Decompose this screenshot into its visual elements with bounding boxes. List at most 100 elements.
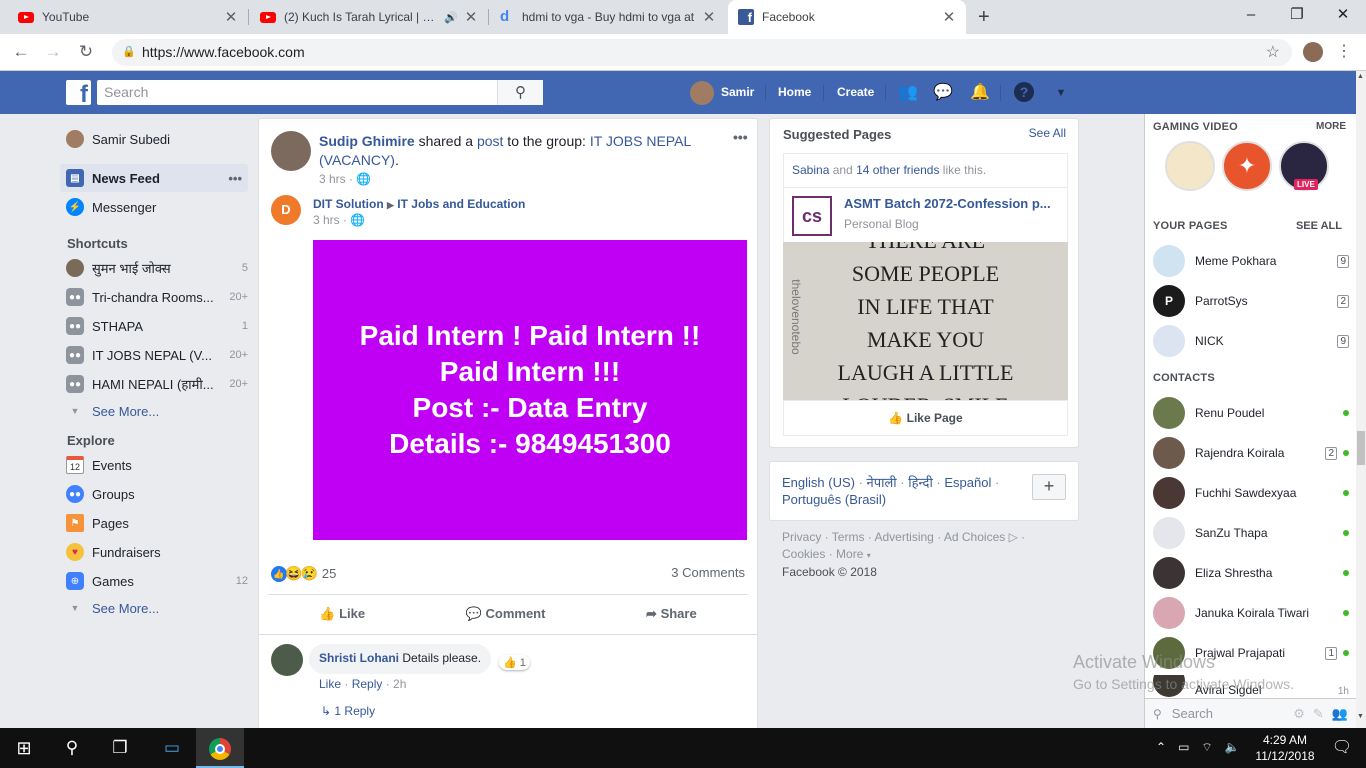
shortcut-item[interactable]: ●● STHAPA 1 [60, 312, 248, 340]
battery-icon[interactable]: ▭ [1178, 740, 1201, 754]
footer-link[interactable]: Cookies [782, 547, 825, 561]
footer-link[interactable]: Ad Choices [944, 530, 1005, 544]
shortcut-item[interactable]: ●● IT JOBS NEPAL (V... 20+ [60, 341, 248, 369]
scroll-thumb[interactable] [1357, 431, 1365, 465]
language-link[interactable]: English (US) [782, 475, 855, 490]
original-group-link[interactable]: IT Jobs and Education [397, 197, 525, 211]
see-all-link[interactable]: See All [1029, 126, 1066, 140]
contact-item[interactable]: Renu Poudel [1153, 395, 1349, 431]
original-post-time[interactable]: 3 hrs · 🌐 [313, 213, 365, 227]
url-field[interactable]: 🔒 https://www.facebook.com ☆ [112, 39, 1292, 66]
forward-arrow-icon[interactable]: → [40, 40, 66, 64]
sidebar-item-groups[interactable]: ●● Groups [60, 480, 248, 508]
contact-item[interactable]: Rajendra Koirala 2 [1153, 435, 1349, 471]
shortcut-item[interactable]: सुमन भाई जोक्स 5 [60, 254, 248, 282]
author-link[interactable]: Sudip Ghimire [319, 133, 415, 149]
comment-reply-link[interactable]: Reply [352, 677, 383, 691]
page-item[interactable]: P ParrotSys 2 [1153, 283, 1349, 319]
share-button[interactable]: ➦ Share [646, 606, 697, 622]
comment-button[interactable]: 💬 Comment [466, 606, 546, 622]
browser-tab-facebook[interactable]: f Facebook ✕ [728, 0, 966, 34]
reload-icon[interactable]: ↻ [73, 40, 99, 64]
sidebar-item-games[interactable]: ⊕ Games 12 [60, 567, 248, 595]
like-button[interactable]: 👍 Like [319, 606, 365, 622]
minimize-icon[interactable]: – [1228, 0, 1274, 30]
comment-author-link[interactable]: Shristi Lohani [319, 651, 399, 665]
new-tab-icon[interactable]: + [978, 6, 990, 29]
action-center-icon[interactable]: 🗨 [1318, 728, 1366, 768]
sidebar-item-fundraisers[interactable]: ♥ Fundraisers [60, 538, 248, 566]
shortcut-item[interactable]: ●● HAMI NEPALI (हामी... 20+ [60, 370, 248, 398]
language-link[interactable]: नेपाली [867, 475, 897, 490]
reactions-summary[interactable]: 👍 😆 😢 25 [271, 565, 336, 582]
chrome-menu-icon[interactable]: ⋮ [1336, 41, 1352, 61]
other-friends-link[interactable]: 14 other friends [856, 163, 939, 177]
account-menu-chevron-icon[interactable]: ▼ [1050, 82, 1072, 104]
gaming-stream-thumbnail[interactable] [1165, 141, 1215, 191]
search-icon[interactable]: ⚲ [48, 728, 96, 768]
see-more-explore-link[interactable]: ▼ See More... [60, 594, 248, 622]
see-all-pages-link[interactable]: SEE ALL [1296, 220, 1342, 232]
view-replies-link[interactable]: ↳ 1 Reply [321, 704, 375, 718]
user-profile-link[interactable]: Samir Subedi [60, 125, 248, 153]
post-options-icon[interactable]: ••• [733, 129, 748, 145]
create-group-icon[interactable]: 👥 [1332, 706, 1348, 722]
suggested-page-row[interactable]: cs ASMT Batch 2072-Confession p... Perso… [783, 187, 1068, 243]
chevron-up-icon[interactable]: ⌃ [1156, 740, 1178, 754]
avatar[interactable] [271, 644, 303, 676]
chrome-profile-avatar[interactable] [1303, 42, 1323, 62]
page-name-link[interactable]: ASMT Batch 2072-Confession p... [844, 196, 1059, 211]
profile-link[interactable]: Samir [721, 71, 754, 114]
chrome-app-icon[interactable] [196, 728, 244, 768]
messenger-icon[interactable]: 💬 [932, 82, 954, 104]
windows-start-icon[interactable]: ⊞ [0, 728, 48, 768]
footer-link[interactable]: Terms [832, 530, 865, 544]
window-close-icon[interactable]: ✕ [1320, 0, 1366, 30]
clock[interactable]: 4:29 AM 11/12/2018 [1248, 732, 1322, 764]
friend-requests-icon[interactable]: 👥 [897, 82, 919, 104]
page-scrollbar[interactable]: ▲ ▼ [1356, 71, 1366, 728]
see-more-shortcuts-link[interactable]: ▼ See More... [60, 397, 248, 425]
dit-logo-avatar[interactable]: D [271, 195, 301, 225]
scroll-down-icon[interactable]: ▼ [1357, 713, 1364, 720]
browser-tab-daraz[interactable]: d hdmi to vga - Buy hdmi to vga at ✕ [490, 0, 726, 34]
add-language-button[interactable]: + [1032, 474, 1066, 500]
bookmark-star-icon[interactable]: ☆ [1266, 39, 1280, 66]
contact-item[interactable]: SanZu Thapa [1153, 515, 1349, 551]
notifications-bell-icon[interactable]: 🔔 [969, 82, 991, 104]
post-image[interactable]: Paid Intern ! Paid Intern !! Paid Intern… [313, 240, 747, 540]
sidebar-item-messenger[interactable]: ⚡ Messenger [60, 193, 248, 221]
contact-item[interactable]: Januka Koirala Tiwari [1153, 595, 1349, 631]
footer-link[interactable]: Advertising [874, 530, 933, 544]
chat-search-input[interactable]: Search [1172, 706, 1293, 721]
gear-icon[interactable]: ⚙ [1293, 706, 1305, 722]
page-cover-image[interactable]: THERE ARE SOME PEOPLE IN LIFE THAT MAKE … [783, 242, 1068, 400]
scroll-up-icon[interactable]: ▲ [1357, 73, 1364, 80]
avatar[interactable] [271, 131, 311, 171]
comment-reactions[interactable]: 👍 1 [499, 655, 530, 670]
post-link[interactable]: post [477, 133, 503, 149]
task-view-icon[interactable]: ❐ [96, 728, 144, 768]
like-page-button[interactable]: 👍 Like Page [783, 400, 1068, 436]
language-link[interactable]: Português (Brasil) [782, 492, 886, 507]
facebook-logo-icon[interactable]: f [66, 80, 91, 108]
search-input[interactable]: Search [97, 80, 543, 105]
help-icon[interactable]: ? [1014, 82, 1034, 102]
language-link[interactable]: Español [944, 475, 991, 490]
avatar[interactable] [690, 81, 714, 105]
gaming-stream-thumbnail[interactable]: ✦ [1222, 141, 1272, 191]
wifi-icon[interactable]: ⌔ [1201, 740, 1224, 754]
comments-count-link[interactable]: 3 Comments [671, 565, 745, 580]
pc-app-icon[interactable]: ▭ [148, 728, 196, 768]
sidebar-item-pages[interactable]: ⚑ Pages [60, 509, 248, 537]
chat-search-bar[interactable]: ⚲ Search ⚙ ✎ 👥 [1145, 698, 1356, 728]
shortcut-item[interactable]: ●● Tri-chandra Rooms... 20+ [60, 283, 248, 311]
sidebar-item-news-feed[interactable]: ▤ News Feed ••• [60, 164, 248, 192]
back-arrow-icon[interactable]: ← [8, 40, 34, 64]
home-link[interactable]: Home [778, 71, 811, 114]
system-tray[interactable]: ⌃▭⌔🔈 [1156, 740, 1252, 755]
page-item[interactable]: NICK 9 [1153, 323, 1349, 359]
browser-tab-youtube[interactable]: YouTube ✕ [8, 0, 248, 34]
page-item[interactable]: Meme Pokhara 9 [1153, 243, 1349, 279]
footer-link[interactable]: More [836, 547, 863, 561]
